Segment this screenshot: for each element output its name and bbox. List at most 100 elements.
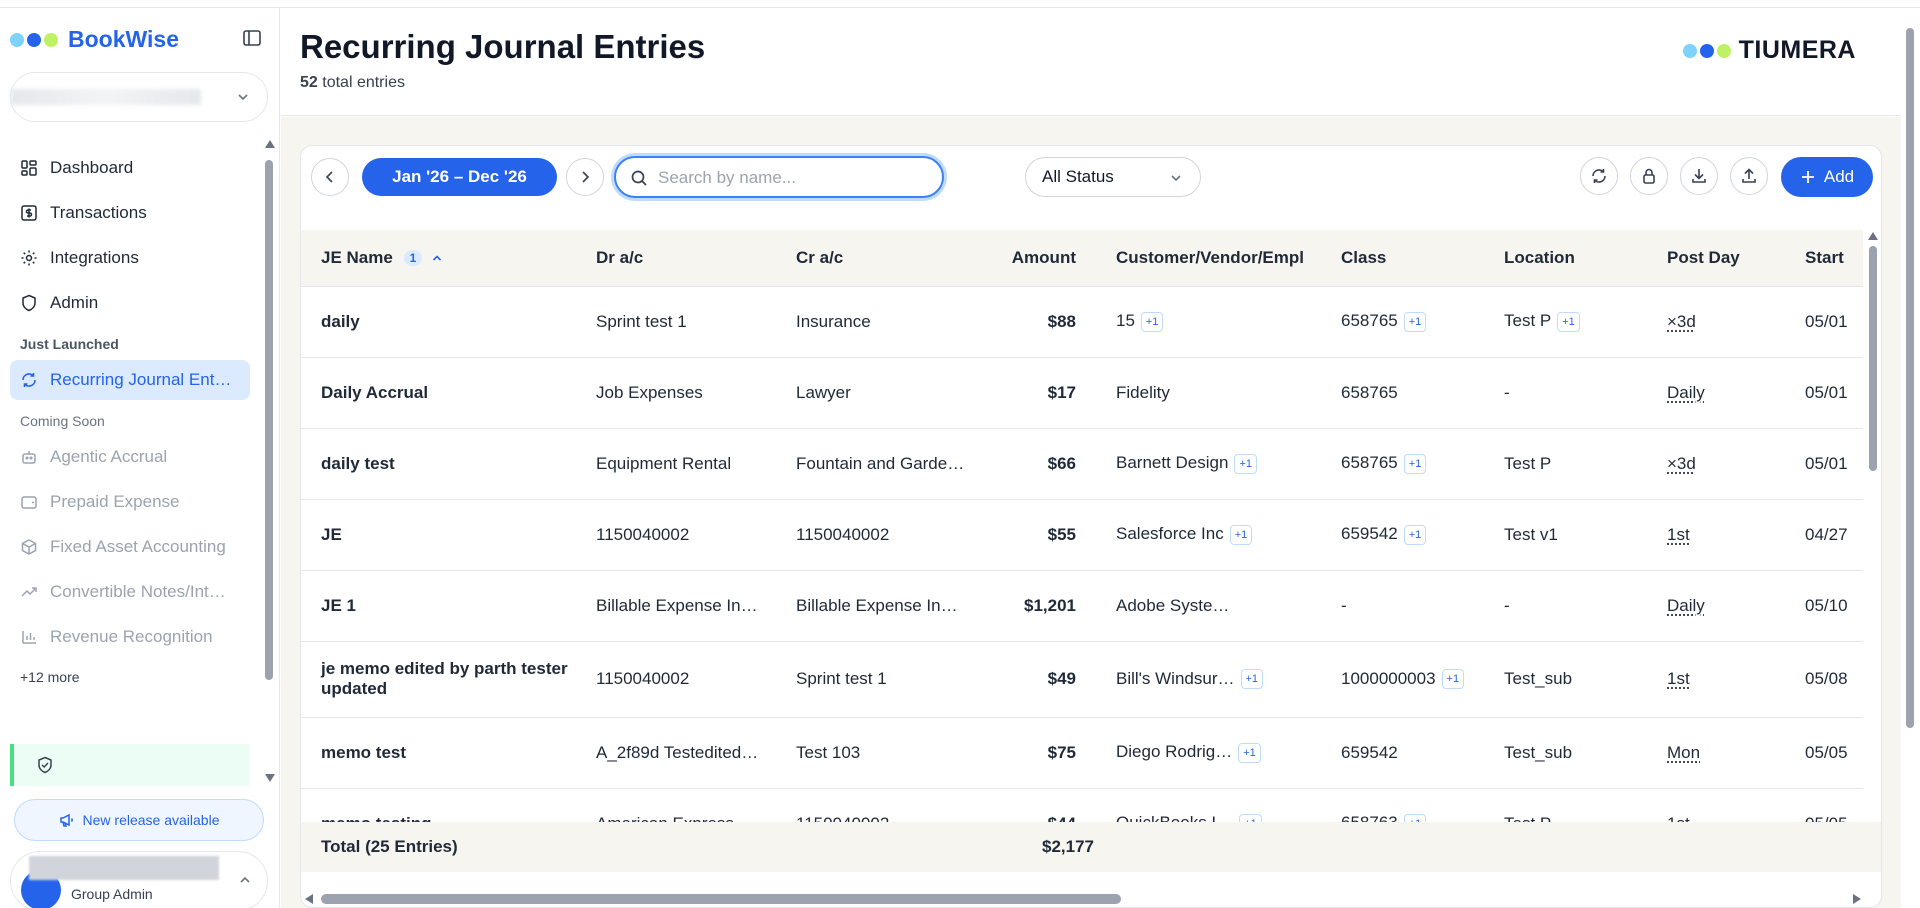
megaphone-icon bbox=[59, 813, 73, 827]
sidebar-item-convertible-notes[interactable]: Convertible Notes/Int… bbox=[10, 572, 250, 612]
main-content: Recurring Journal Entries 52 total entri… bbox=[281, 8, 1901, 908]
more-count-badge[interactable]: +1 bbox=[1229, 524, 1253, 545]
column-header-customer-vendor[interactable]: Customer/Vendor/Empl bbox=[1096, 230, 1321, 287]
lock-button[interactable] bbox=[1630, 157, 1668, 195]
table-row[interactable]: Daily Accrual Job Expenses Lawyer $17 Fideli… bbox=[301, 357, 1863, 429]
sidebar-toggle-icon[interactable] bbox=[242, 28, 262, 48]
sidebar-item-integrations[interactable]: Integrations bbox=[10, 238, 250, 278]
prev-period-button[interactable] bbox=[311, 158, 349, 196]
table-vertical-scroll-thumb[interactable] bbox=[1869, 246, 1877, 471]
cell-class-value: 658765 bbox=[1341, 311, 1398, 331]
sidebar-item-prepaid-expense[interactable]: Prepaid Expense bbox=[10, 482, 250, 522]
upload-button[interactable] bbox=[1730, 157, 1768, 195]
search-input[interactable] bbox=[658, 166, 928, 190]
cell-cr-account-value: Fountain and Garde… bbox=[796, 453, 965, 473]
status-filter-select[interactable]: All Status bbox=[1025, 157, 1201, 197]
page-scroll-thumb[interactable] bbox=[1906, 28, 1914, 728]
search-box[interactable] bbox=[614, 156, 944, 198]
brand[interactable]: BookWise bbox=[10, 26, 179, 53]
cell-customer-vendor-value: Barnett Design bbox=[1116, 453, 1229, 473]
table-row[interactable]: memo test A_2f89d Testedited… Test 103 $75 D… bbox=[301, 717, 1863, 789]
sidebar-item-label: Transactions bbox=[50, 203, 147, 222]
more-count-badge[interactable]: +1 bbox=[1441, 669, 1465, 690]
date-range-button[interactable]: Jan '26 – Dec '26 bbox=[362, 158, 557, 196]
add-entry-button[interactable]: Add bbox=[1781, 157, 1873, 197]
more-count-badge[interactable]: +1 bbox=[1234, 453, 1257, 474]
sidebar-item-revenue-recognition[interactable]: Revenue Recognition bbox=[10, 617, 250, 657]
column-header-cr-account[interactable]: Cr a/c bbox=[776, 230, 976, 287]
more-count-badge[interactable]: +1 bbox=[1557, 311, 1580, 332]
table-row[interactable]: JE 1 Billable Expense In… Billable Expense… bbox=[301, 570, 1863, 642]
cell-post-day: Mon bbox=[1647, 717, 1785, 789]
sidebar-scrollbar[interactable] bbox=[265, 140, 275, 782]
sidebar-item-fixed-asset-accounting[interactable]: Fixed Asset Accounting bbox=[10, 527, 250, 567]
sidebar-item-recurring-journal-entries[interactable]: Recurring Journal Ent… bbox=[10, 360, 250, 400]
more-count-badge[interactable]: +1 bbox=[1403, 524, 1427, 545]
cell-cr-account: 1150040002 bbox=[776, 499, 976, 571]
table-row[interactable]: je memo edited by parth tester updated 11… bbox=[301, 641, 1863, 718]
refresh-button[interactable] bbox=[1580, 157, 1618, 195]
table-vertical-scrollbar[interactable] bbox=[1867, 230, 1879, 820]
sidebar-item-label: Dashboard bbox=[50, 158, 134, 177]
table-row[interactable]: memo testing American Express 1150040002 $4… bbox=[301, 788, 1863, 822]
cell-post-day: ×3d bbox=[1647, 428, 1785, 500]
cell-dr-account-value: Billable Expense In… bbox=[596, 595, 758, 615]
cell-class-value: 658763 bbox=[1341, 813, 1398, 822]
scroll-up-arrow-icon[interactable] bbox=[1868, 232, 1878, 240]
more-count-badge[interactable]: +1 bbox=[1140, 311, 1164, 332]
cell-dr-account: Equipment Rental bbox=[576, 428, 776, 500]
column-header-location[interactable]: Location bbox=[1484, 230, 1647, 287]
table-row[interactable]: daily Sprint test 1 Insurance $88 15 +1 658765… bbox=[301, 286, 1863, 358]
cell-location-value: Test_sub bbox=[1504, 669, 1573, 688]
scroll-right-arrow-icon[interactable] bbox=[1853, 894, 1861, 904]
cell-post-day-value: 1st bbox=[1667, 524, 1690, 544]
section-label-coming-soon: Coming Soon bbox=[20, 413, 105, 429]
sidebar-item-admin[interactable]: Admin bbox=[10, 283, 250, 323]
sidebar-item-label: Admin bbox=[50, 293, 99, 312]
more-count-badge[interactable]: +1 bbox=[1239, 813, 1262, 822]
page-scrollbar[interactable] bbox=[1904, 20, 1916, 740]
cell-cr-account-value: 1150040002 bbox=[796, 814, 889, 823]
table-row[interactable]: JE 1150040002 1150040002 $55 Salesforce Inc +… bbox=[301, 499, 1863, 571]
download-button[interactable] bbox=[1680, 157, 1718, 195]
column-header-start[interactable]: Start bbox=[1785, 230, 1863, 287]
verified-status-card[interactable] bbox=[10, 744, 250, 786]
table-horizontal-scroll-thumb[interactable] bbox=[321, 894, 1121, 904]
column-header-class[interactable]: Class bbox=[1321, 230, 1484, 287]
scroll-down-arrow-icon[interactable] bbox=[265, 774, 275, 782]
column-header-post-day[interactable]: Post Day bbox=[1647, 230, 1785, 287]
more-count-badge[interactable]: +1 bbox=[1240, 669, 1264, 690]
more-count-badge[interactable]: +1 bbox=[1238, 742, 1261, 763]
cell-post-day: ×3d bbox=[1647, 286, 1785, 358]
more-count-badge[interactable]: +1 bbox=[1403, 813, 1427, 822]
column-header-dr-account[interactable]: Dr a/c bbox=[576, 230, 776, 287]
organization-select[interactable] bbox=[10, 72, 268, 122]
column-header-amount[interactable]: Amount bbox=[976, 230, 1096, 287]
sidebar-item-dashboard[interactable]: Dashboard bbox=[10, 148, 250, 188]
table-horizontal-scrollbar[interactable] bbox=[301, 890, 1881, 907]
more-items-link[interactable]: +12 more bbox=[10, 662, 250, 692]
sidebar-item-agentic-accrual[interactable]: Agentic Accrual bbox=[10, 437, 250, 477]
scroll-up-arrow-icon[interactable] bbox=[265, 140, 275, 148]
column-header-je-name[interactable]: JE Name 1 bbox=[301, 230, 576, 287]
cell-customer-vendor-value: Adobe Syste… bbox=[1116, 595, 1230, 615]
cell-class: 658763 +1 bbox=[1321, 788, 1484, 822]
more-count-badge[interactable]: +1 bbox=[1403, 453, 1427, 474]
cell-amount: $17 bbox=[976, 357, 1096, 429]
more-count-badge[interactable]: +1 bbox=[1403, 311, 1427, 332]
new-release-button[interactable]: New release available bbox=[14, 799, 264, 841]
cell-dr-account-value: Equipment Rental bbox=[596, 453, 732, 473]
cell-start-value: 05/10 bbox=[1805, 595, 1848, 615]
table-row[interactable]: daily test Equipment Rental Fountain and G… bbox=[301, 428, 1863, 500]
brand-name: BookWise bbox=[68, 26, 179, 52]
cell-post-day-value: Daily bbox=[1667, 595, 1705, 615]
sidebar-scroll-thumb[interactable] bbox=[265, 160, 273, 680]
cell-post-day-value: Daily bbox=[1667, 382, 1705, 402]
next-period-button[interactable] bbox=[566, 158, 604, 196]
entries-table-container[interactable]: JE Name 1 Dr a/c Cr a/c Amount Customer/… bbox=[301, 230, 1863, 822]
cell-cr-account-value: Insurance bbox=[796, 311, 871, 331]
user-menu[interactable]: Group Admin bbox=[10, 851, 268, 908]
scroll-left-arrow-icon[interactable] bbox=[305, 894, 313, 904]
sidebar-item-transactions[interactable]: Transactions bbox=[10, 193, 250, 233]
toolbar: Jan '26 – Dec '26 All Status bbox=[301, 146, 1881, 230]
